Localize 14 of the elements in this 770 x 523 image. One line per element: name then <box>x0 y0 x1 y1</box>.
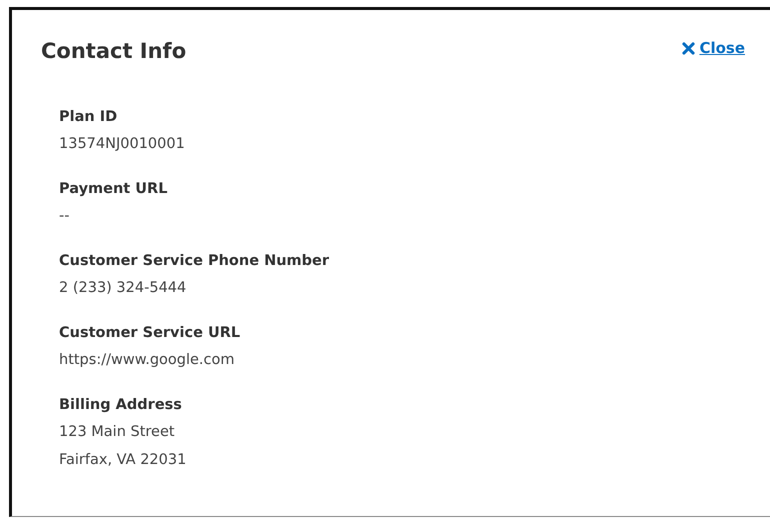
field-label: Payment URL <box>59 180 168 199</box>
field-value: Fairfax, VA 22031 <box>59 451 188 470</box>
dialog-title: Contact Info <box>41 38 186 65</box>
field-value: 123 Main Street <box>59 423 176 442</box>
close-icon <box>682 42 696 54</box>
field-value: https://www.google.com <box>59 351 236 370</box>
field-label: Customer Service URL <box>59 324 242 343</box>
field-label: Plan ID <box>59 108 118 127</box>
field-value: 2 (233) 324-5444 <box>59 279 188 298</box>
field-value: -- <box>59 207 70 226</box>
field-label: Customer Service Phone Number <box>59 252 330 271</box>
close-link[interactable]: Close <box>682 39 745 57</box>
field-value: 13574NJ0010001 <box>59 135 186 154</box>
field-label: Billing Address <box>59 396 183 415</box>
